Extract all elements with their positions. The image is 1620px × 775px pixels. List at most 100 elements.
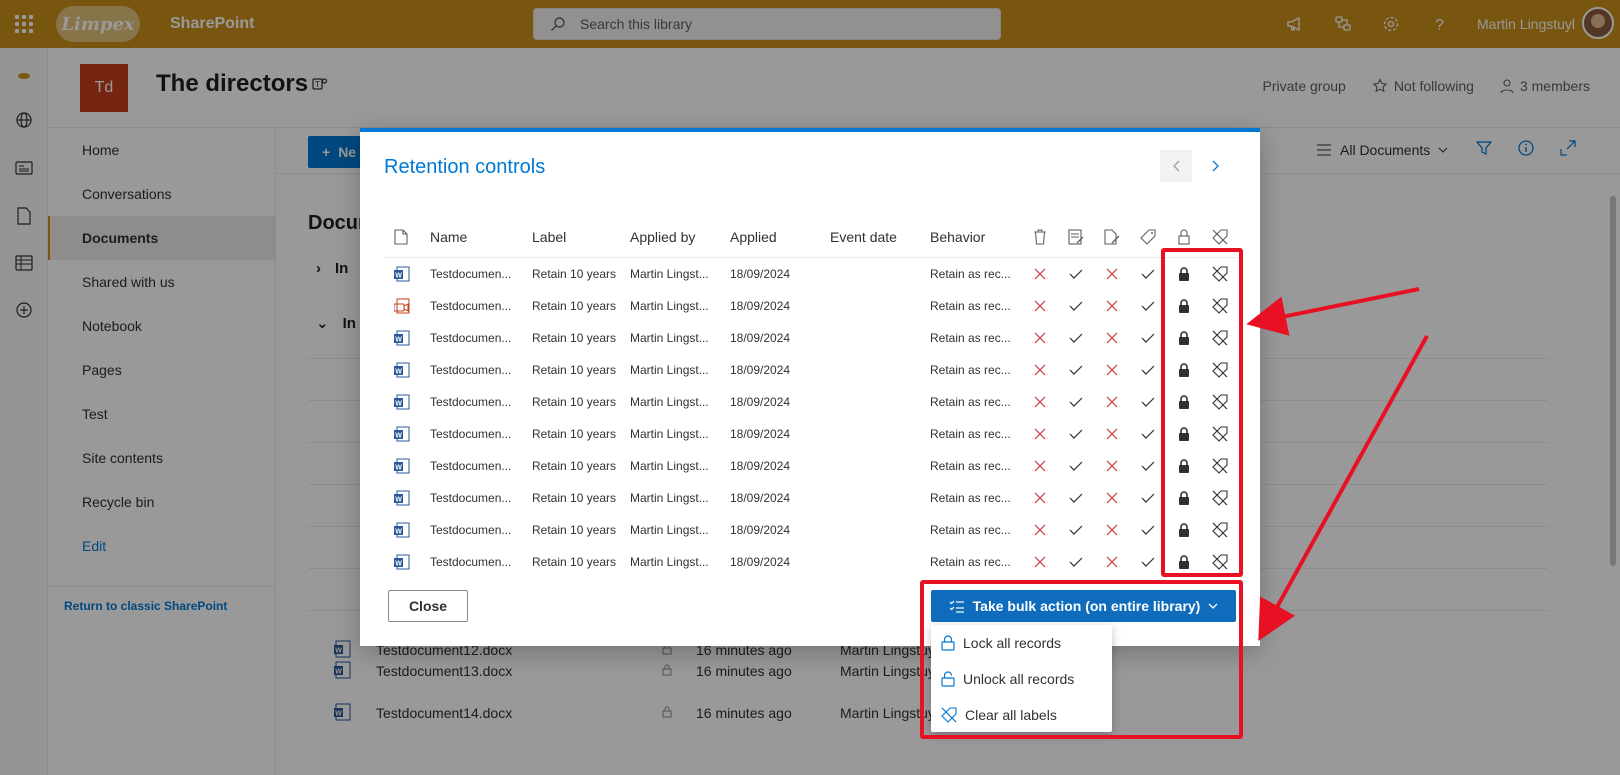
previous-page-button[interactable]	[1160, 150, 1192, 182]
file-name-cell[interactable]: Testdocumen...	[430, 546, 511, 578]
word-doc-icon: W	[394, 546, 410, 578]
chevron-left-icon	[1173, 160, 1180, 172]
check-icon	[1066, 354, 1086, 386]
table-row[interactable]: W Testdocumen... Retain 10 years Martin Lin…	[384, 354, 1236, 386]
behavior-cell: Retain as rec...	[930, 395, 1011, 409]
file-type-icon	[394, 216, 408, 257]
applied-date-cell: 18/09/2024	[730, 267, 791, 281]
applied-by-cell: Martin Lingst...	[630, 427, 709, 441]
retention-table: Name Label Applied by Applied Event date…	[384, 216, 1236, 578]
table-row[interactable]: W Testdocumen... Retain 10 years Martin Lin…	[384, 514, 1236, 546]
table-row[interactable]: Testdocumen... Retain 10 years Martin Ling…	[384, 290, 1236, 322]
applied-by-cell: Martin Lingst...	[630, 491, 709, 505]
file-name-cell[interactable]: Testdocumen...	[430, 386, 511, 418]
cross-icon	[1030, 322, 1050, 354]
table-row[interactable]: W Testdocumen... Retain 10 years Martin Lin…	[384, 482, 1236, 514]
column-header-applied-by[interactable]: Applied by	[630, 216, 695, 257]
applied-by-cell: Martin Lingst...	[630, 395, 709, 409]
cross-icon	[1102, 546, 1122, 578]
label-cell: Retain 10 years	[532, 267, 617, 281]
video-file-icon	[394, 290, 410, 322]
next-page-button[interactable]	[1200, 150, 1232, 182]
applied-by-cell: Martin Lingst...	[630, 363, 709, 377]
label-cell: Retain 10 years	[532, 427, 617, 441]
check-icon	[1066, 482, 1086, 514]
word-doc-icon: W	[394, 386, 410, 418]
cross-icon	[1030, 354, 1050, 386]
column-header-behavior[interactable]: Behavior	[930, 216, 985, 257]
table-row[interactable]: W Testdocumen... Retain 10 years Martin Lin…	[384, 546, 1236, 578]
file-name-cell[interactable]: Testdocumen...	[430, 322, 511, 354]
file-name-cell[interactable]: Testdocumen...	[430, 258, 511, 290]
applied-date-cell: 18/09/2024	[730, 459, 791, 473]
file-name-cell[interactable]: Testdocumen...	[430, 290, 511, 322]
check-icon	[1138, 514, 1158, 546]
word-doc-icon: W	[394, 514, 410, 546]
cross-icon	[1102, 322, 1122, 354]
applied-date-cell: 18/09/2024	[730, 427, 791, 441]
behavior-cell: Retain as rec...	[930, 491, 1011, 505]
check-icon	[1066, 290, 1086, 322]
applied-date-cell: 18/09/2024	[730, 299, 791, 313]
file-name-cell[interactable]: Testdocumen...	[430, 514, 511, 546]
check-icon	[1066, 322, 1086, 354]
cross-icon	[1102, 418, 1122, 450]
table-row[interactable]: W Testdocumen... Retain 10 years Martin Lin…	[384, 322, 1236, 354]
column-header-applied[interactable]: Applied	[730, 216, 777, 257]
behavior-cell: Retain as rec...	[930, 523, 1011, 537]
behavior-cell: Retain as rec...	[930, 459, 1011, 473]
label-cell: Retain 10 years	[532, 363, 617, 377]
column-header-event-date[interactable]: Event date	[830, 216, 897, 257]
applied-date-cell: 18/09/2024	[730, 331, 791, 345]
behavior-cell: Retain as rec...	[930, 267, 1011, 281]
chevron-right-icon	[1212, 160, 1219, 172]
cross-icon	[1102, 258, 1122, 290]
retention-controls-dialog: Retention controls Name Label Applied by…	[360, 128, 1260, 646]
table-row[interactable]: W Testdocumen... Retain 10 years Martin Lin…	[384, 386, 1236, 418]
applied-date-cell: 18/09/2024	[730, 523, 791, 537]
check-icon	[1138, 418, 1158, 450]
cross-icon	[1030, 386, 1050, 418]
applied-date-cell: 18/09/2024	[730, 555, 791, 569]
cross-icon	[1102, 354, 1122, 386]
behavior-cell: Retain as rec...	[930, 555, 1011, 569]
cross-icon	[1030, 290, 1050, 322]
applied-by-cell: Martin Lingst...	[630, 555, 709, 569]
file-name-cell[interactable]: Testdocumen...	[430, 482, 511, 514]
table-row[interactable]: W Testdocumen... Retain 10 years Martin Lin…	[384, 258, 1236, 290]
label-cell: Retain 10 years	[532, 395, 617, 409]
check-icon	[1066, 386, 1086, 418]
cross-icon	[1102, 386, 1122, 418]
tag-icon	[1138, 216, 1158, 257]
file-name-cell[interactable]: Testdocumen...	[430, 418, 511, 450]
check-icon	[1138, 354, 1158, 386]
cross-icon	[1030, 418, 1050, 450]
dialog-title: Retention controls	[384, 156, 546, 178]
label-cell: Retain 10 years	[532, 459, 617, 473]
edit-properties-icon	[1066, 216, 1086, 257]
behavior-cell: Retain as rec...	[930, 299, 1011, 313]
close-button[interactable]: Close	[388, 590, 468, 622]
check-icon	[1066, 258, 1086, 290]
table-body: W Testdocumen... Retain 10 years Martin Lin…	[384, 258, 1236, 578]
cross-icon	[1030, 450, 1050, 482]
applied-date-cell: 18/09/2024	[730, 363, 791, 377]
table-row[interactable]: W Testdocumen... Retain 10 years Martin Lin…	[384, 418, 1236, 450]
behavior-cell: Retain as rec...	[930, 427, 1011, 441]
file-name-cell[interactable]: Testdocumen...	[430, 450, 511, 482]
file-name-cell[interactable]: Testdocumen...	[430, 354, 511, 386]
cross-icon	[1030, 258, 1050, 290]
svg-text:W: W	[395, 433, 402, 440]
applied-date-cell: 18/09/2024	[730, 491, 791, 505]
word-doc-icon: W	[394, 418, 410, 450]
column-header-label[interactable]: Label	[532, 216, 566, 257]
delete-icon	[1030, 216, 1050, 257]
label-cell: Retain 10 years	[532, 299, 617, 313]
column-header-name[interactable]: Name	[430, 216, 467, 257]
svg-text:W: W	[395, 369, 402, 376]
check-icon	[1066, 514, 1086, 546]
table-row[interactable]: W Testdocumen... Retain 10 years Martin Lin…	[384, 450, 1236, 482]
applied-by-cell: Martin Lingst...	[630, 267, 709, 281]
check-icon	[1066, 450, 1086, 482]
cross-icon	[1030, 482, 1050, 514]
